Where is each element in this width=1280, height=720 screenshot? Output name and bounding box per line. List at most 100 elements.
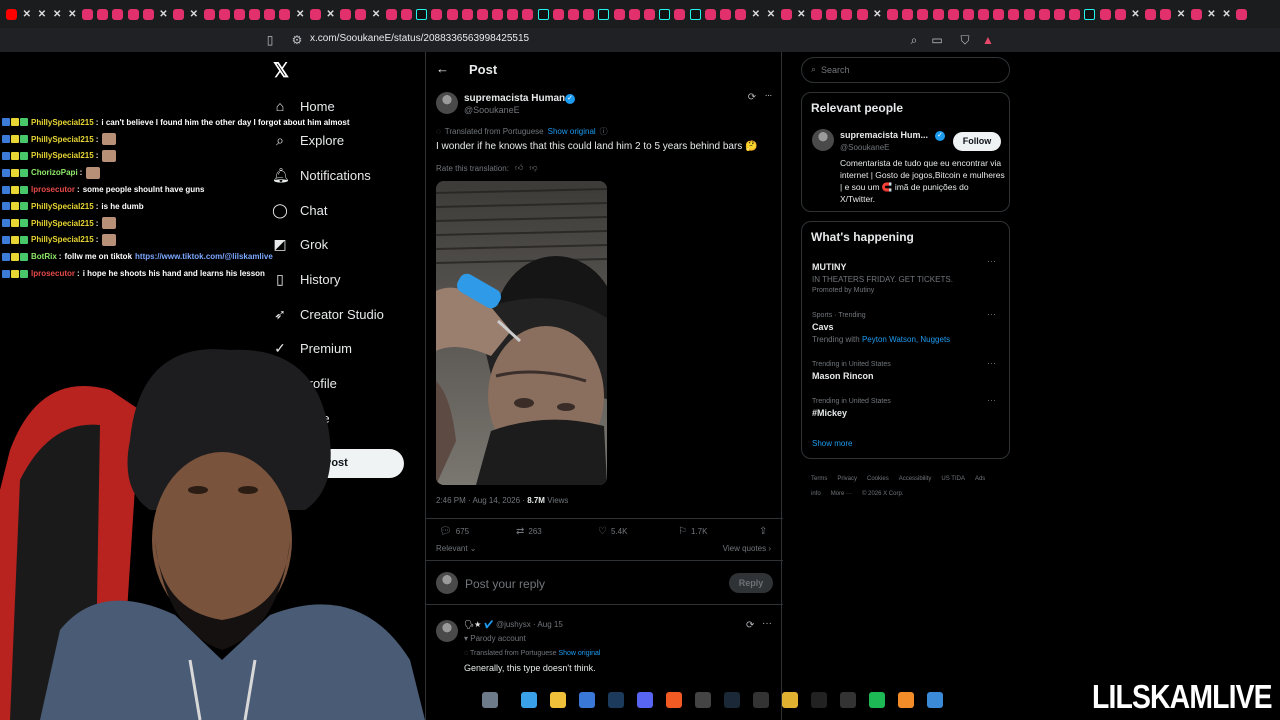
more-options-icon[interactable]: ··· xyxy=(762,90,774,102)
chat-username[interactable]: lprosecutor xyxy=(31,269,75,278)
browser-tab[interactable] xyxy=(505,0,520,28)
browser-tab[interactable] xyxy=(839,0,854,28)
browser-tab[interactable] xyxy=(627,0,642,28)
chatgpt-icon[interactable] xyxy=(695,692,711,708)
steam-icon[interactable] xyxy=(724,692,740,708)
browser-tab[interactable]: ✕ xyxy=(34,0,49,28)
footer-link[interactable]: Accessibility xyxy=(899,476,932,482)
browser-tab[interactable] xyxy=(262,0,277,28)
share-action[interactable]: ⇪ xyxy=(759,526,771,537)
browser-tab[interactable] xyxy=(444,0,459,28)
more-options-icon[interactable]: ··· xyxy=(987,309,996,319)
nav-item-explore[interactable]: ⌕ Explore xyxy=(272,127,344,153)
trend-item[interactable]: Trending in United States #Mickey ··· xyxy=(812,395,1002,418)
browser-tab[interactable] xyxy=(217,0,232,28)
browser-tab[interactable] xyxy=(201,0,216,28)
browser-tab[interactable] xyxy=(1082,0,1097,28)
browser-tab[interactable] xyxy=(126,0,141,28)
browser-tab[interactable] xyxy=(232,0,247,28)
browser-tab[interactable]: ✕ xyxy=(65,0,80,28)
file-explorer-icon[interactable] xyxy=(550,692,566,708)
more-options-icon[interactable]: ··· xyxy=(987,395,996,405)
browser-tab[interactable]: ✕ xyxy=(870,0,885,28)
browser-tab[interactable] xyxy=(141,0,156,28)
app-icon[interactable] xyxy=(840,692,856,708)
browser-tab[interactable] xyxy=(991,0,1006,28)
brave-icon[interactable] xyxy=(666,692,682,708)
spotify-icon[interactable] xyxy=(869,692,885,708)
browser-tab[interactable] xyxy=(961,0,976,28)
browser-tab[interactable] xyxy=(581,0,596,28)
nav-item-grok[interactable]: ◩ Grok xyxy=(272,231,328,257)
browser-tab[interactable] xyxy=(4,0,19,28)
chat-username[interactable]: PhillySpecial215 xyxy=(31,118,94,127)
nav-item-history[interactable]: ▯ History xyxy=(272,266,340,292)
grok-explain-icon[interactable]: ⟳ xyxy=(746,92,758,104)
browser-tab[interactable]: ✕ xyxy=(50,0,65,28)
browser-tab[interactable]: ✕ xyxy=(186,0,201,28)
browser-tab[interactable] xyxy=(946,0,961,28)
browser-tab[interactable] xyxy=(110,0,125,28)
app-icon[interactable] xyxy=(782,692,798,708)
browser-tab[interactable] xyxy=(566,0,581,28)
browser-tab[interactable] xyxy=(930,0,945,28)
trending-with-links[interactable]: Peyton Watson, Nuggets xyxy=(862,335,950,344)
notepad-icon[interactable] xyxy=(927,692,943,708)
browser-tab[interactable] xyxy=(429,0,444,28)
reply-author[interactable]: 🗣★ ✔ @jushysx · Aug 15 xyxy=(464,620,563,629)
like-action[interactable]: ♡ 5.4K xyxy=(598,526,627,537)
browser-tab[interactable]: ✕ xyxy=(1128,0,1143,28)
footer-link[interactable]: US TIDA xyxy=(941,476,965,482)
relevant-person-avatar[interactable] xyxy=(812,129,834,151)
browser-tab[interactable] xyxy=(1022,0,1037,28)
reply-input[interactable]: Post your reply xyxy=(465,577,545,591)
browser-tab[interactable] xyxy=(855,0,870,28)
browser-tab[interactable] xyxy=(1143,0,1158,28)
browser-tab[interactable] xyxy=(1067,0,1082,28)
browser-tab[interactable] xyxy=(672,0,687,28)
url-text[interactable]: x.com/SooukaneE/status/20883365639984255… xyxy=(310,33,529,44)
browser-tab[interactable] xyxy=(1006,0,1021,28)
browser-tab[interactable] xyxy=(353,0,368,28)
browser-tab[interactable] xyxy=(1189,0,1204,28)
app-icon[interactable] xyxy=(811,692,827,708)
chat-username[interactable]: PhillySpecial215 xyxy=(31,202,94,211)
view-quotes-link[interactable]: View quotes › xyxy=(723,544,771,553)
shield-icon[interactable]: ⛉ xyxy=(957,32,973,48)
browser-tab[interactable] xyxy=(80,0,95,28)
browser-tab[interactable] xyxy=(475,0,490,28)
chat-username[interactable]: PhillySpecial215 xyxy=(31,219,94,228)
chat-username[interactable]: ChorizoPapi xyxy=(31,168,78,177)
footer-link[interactable]: © 2026 X Corp. xyxy=(862,491,903,497)
browser-tab[interactable] xyxy=(687,0,702,28)
browser-tab[interactable] xyxy=(809,0,824,28)
author-handle[interactable]: @SooukaneE xyxy=(464,105,520,115)
show-more-link[interactable]: Show more xyxy=(812,439,852,448)
reply-author-avatar[interactable] xyxy=(436,620,458,642)
browser-tab[interactable] xyxy=(247,0,262,28)
browser-tab[interactable] xyxy=(399,0,414,28)
browser-tab[interactable] xyxy=(460,0,475,28)
store-icon[interactable] xyxy=(579,692,595,708)
more-options-icon[interactable]: ··· xyxy=(987,358,996,368)
browser-tab[interactable]: ✕ xyxy=(323,0,338,28)
relevant-person-handle[interactable]: @SooukaneE xyxy=(840,143,890,152)
browser-tab[interactable] xyxy=(1234,0,1249,28)
app-icon[interactable] xyxy=(898,692,914,708)
browser-tab[interactable] xyxy=(551,0,566,28)
browser-tab[interactable] xyxy=(536,0,551,28)
reply-show-original-link[interactable]: Show original xyxy=(558,650,600,657)
x-logo-icon[interactable]: 𝕏 xyxy=(271,60,291,82)
chat-link[interactable]: https://www.tiktok.com/@lilskamlive xyxy=(135,252,273,261)
trend-item[interactable]: MUTINY IN THEATERS FRIDAY. GET TICKETS. Pr… xyxy=(812,256,1002,294)
browser-tab[interactable]: ✕ xyxy=(763,0,778,28)
discord-icon[interactable] xyxy=(637,692,653,708)
browser-tab[interactable] xyxy=(1052,0,1067,28)
browser-tab[interactable] xyxy=(885,0,900,28)
reader-icon[interactable]: ▭ xyxy=(929,32,945,48)
own-avatar[interactable] xyxy=(436,572,458,594)
author-avatar[interactable] xyxy=(436,92,458,114)
post-timestamp[interactable]: 2:46 PM · Aug 14, 2026 · xyxy=(436,496,525,505)
browser-tab[interactable]: ✕ xyxy=(369,0,384,28)
footer-link[interactable]: Cookies xyxy=(867,476,889,482)
